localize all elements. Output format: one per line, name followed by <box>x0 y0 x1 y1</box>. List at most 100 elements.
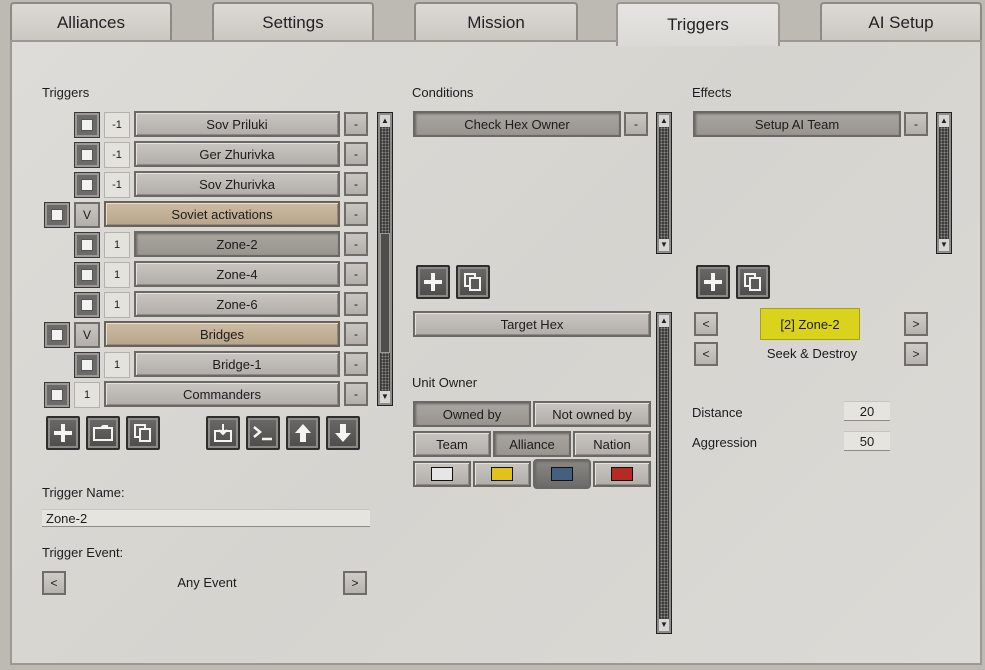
triggers-panel: Triggers -1 Sov Priluki - -1 Ger Zhurivka - -1… <box>10 40 982 665</box>
triggers-scrollbar[interactable]: ▲ ▼ <box>377 112 393 406</box>
color-red-button[interactable] <box>593 461 651 487</box>
trigger-remove-button[interactable]: - <box>344 262 368 286</box>
scroll-thumb[interactable] <box>380 233 390 353</box>
trigger-remove-button[interactable]: - <box>344 202 368 226</box>
copy-trigger-button[interactable] <box>126 416 160 450</box>
aggression-label: Aggression <box>692 435 758 450</box>
trigger-item[interactable]: Soviet activations <box>104 201 340 227</box>
nation-toggle[interactable]: Nation <box>573 431 651 457</box>
scroll-track[interactable] <box>660 127 668 239</box>
trigger-item[interactable]: Commanders <box>104 381 340 407</box>
trigger-remove-button[interactable]: - <box>344 322 368 346</box>
trigger-item[interactable]: Zone-6 <box>134 291 340 317</box>
tab-alliances[interactable]: Alliances <box>10 2 172 42</box>
scroll-track[interactable] <box>940 127 948 239</box>
scroll-down-icon[interactable]: ▼ <box>380 391 390 403</box>
trigger-enable-checkbox[interactable] <box>74 262 100 288</box>
trigger-remove-button[interactable]: - <box>344 352 368 376</box>
add-condition-button[interactable] <box>416 265 450 299</box>
trigger-enable-checkbox[interactable] <box>74 292 100 318</box>
condition-item[interactable]: Check Hex Owner <box>413 111 621 137</box>
trigger-remove-button[interactable]: - <box>344 172 368 196</box>
scroll-track[interactable] <box>660 327 668 619</box>
scroll-down-icon[interactable]: ▼ <box>659 619 669 631</box>
trigger-enable-checkbox[interactable] <box>74 112 100 138</box>
trigger-item[interactable]: Bridge-1 <box>134 351 340 377</box>
trigger-enable-checkbox[interactable] <box>74 232 100 258</box>
zone-next-button[interactable]: > <box>904 312 928 336</box>
trigger-remove-button[interactable]: - <box>344 292 368 316</box>
move-up-button[interactable] <box>286 416 320 450</box>
event-prev-button[interactable]: < <box>42 571 66 595</box>
event-next-button[interactable]: > <box>343 571 367 595</box>
conditions-title: Conditions <box>412 85 474 100</box>
trigger-repeat-count: -1 <box>104 172 130 198</box>
trigger-remove-button[interactable]: - <box>344 232 368 256</box>
color-yellow-button[interactable] <box>473 461 531 487</box>
trigger-enable-checkbox[interactable] <box>44 322 70 348</box>
copy-icon <box>134 424 151 442</box>
scroll-up-icon[interactable]: ▲ <box>659 315 669 327</box>
owned-by-toggle[interactable]: Owned by <box>413 401 531 427</box>
order-prev-button[interactable]: < <box>694 342 718 366</box>
scroll-up-icon[interactable]: ▲ <box>380 115 390 127</box>
tab-triggers[interactable]: Triggers <box>616 2 780 46</box>
color-blue-button[interactable] <box>533 459 591 489</box>
scroll-up-icon[interactable]: ▲ <box>939 115 949 127</box>
target-hex-button[interactable]: Target Hex <box>413 311 651 337</box>
trigger-item[interactable]: Zone-4 <box>134 261 340 287</box>
checkbox-box <box>81 239 93 251</box>
copy-effect-button[interactable] <box>736 265 770 299</box>
copy-icon <box>744 273 761 291</box>
effect-remove-button[interactable]: - <box>904 112 928 136</box>
checkbox-box <box>81 269 93 281</box>
trigger-item[interactable]: Sov Priluki <box>134 111 340 137</box>
import-button[interactable] <box>206 416 240 450</box>
condition-remove-button[interactable]: - <box>624 112 648 136</box>
trigger-item[interactable]: Bridges <box>104 321 340 347</box>
trigger-name-input[interactable]: Zone-2 <box>42 509 370 527</box>
tab-mission[interactable]: Mission <box>414 2 578 42</box>
aggression-input[interactable]: 50 <box>844 431 890 451</box>
scroll-down-icon[interactable]: ▼ <box>939 239 949 251</box>
order-next-button[interactable]: > <box>904 342 928 366</box>
add-effect-button[interactable] <box>696 265 730 299</box>
trigger-remove-button[interactable]: - <box>344 142 368 166</box>
add-trigger-button[interactable] <box>46 416 80 450</box>
folder-expand-button[interactable]: V <box>74 202 100 228</box>
zone-selected-label[interactable]: [2] Zone-2 <box>760 308 860 340</box>
scroll-down-icon[interactable]: ▼ <box>659 239 669 251</box>
trigger-enable-checkbox[interactable] <box>74 142 100 168</box>
color-white-button[interactable] <box>413 461 471 487</box>
alliance-toggle[interactable]: Alliance <box>493 431 571 457</box>
trigger-event-label: Trigger Event: <box>42 545 124 560</box>
condition-params-scrollbar[interactable]: ▲ ▼ <box>656 312 672 634</box>
trigger-enable-checkbox[interactable] <box>74 172 100 198</box>
effects-scrollbar[interactable]: ▲ ▼ <box>936 112 952 254</box>
zone-prev-button[interactable]: < <box>694 312 718 336</box>
checkbox-box <box>81 299 93 311</box>
trigger-enable-checkbox[interactable] <box>44 202 70 228</box>
trigger-repeat-count: -1 <box>104 142 130 168</box>
team-toggle[interactable]: Team <box>413 431 491 457</box>
conditions-scrollbar[interactable]: ▲ ▼ <box>656 112 672 254</box>
move-down-button[interactable] <box>326 416 360 450</box>
effect-item[interactable]: Setup AI Team <box>693 111 901 137</box>
scroll-up-icon[interactable]: ▲ <box>659 115 669 127</box>
trigger-remove-button[interactable]: - <box>344 112 368 136</box>
trigger-item[interactable]: Zone-2 <box>134 231 340 257</box>
trigger-remove-button[interactable]: - <box>344 382 368 406</box>
tab-ai-setup[interactable]: AI Setup <box>820 2 982 42</box>
tab-settings[interactable]: Settings <box>212 2 374 42</box>
plus-icon <box>424 273 442 291</box>
trigger-item[interactable]: Ger Zhurivka <box>134 141 340 167</box>
trigger-enable-checkbox[interactable] <box>74 352 100 378</box>
folder-expand-button[interactable]: V <box>74 322 100 348</box>
trigger-enable-checkbox[interactable] <box>44 382 70 408</box>
not-owned-by-toggle[interactable]: Not owned by <box>533 401 651 427</box>
trigger-item[interactable]: Sov Zhurivka <box>134 171 340 197</box>
copy-condition-button[interactable] <box>456 265 490 299</box>
distance-input[interactable]: 20 <box>844 401 890 421</box>
add-folder-button[interactable] <box>86 416 120 450</box>
console-button[interactable] <box>246 416 280 450</box>
